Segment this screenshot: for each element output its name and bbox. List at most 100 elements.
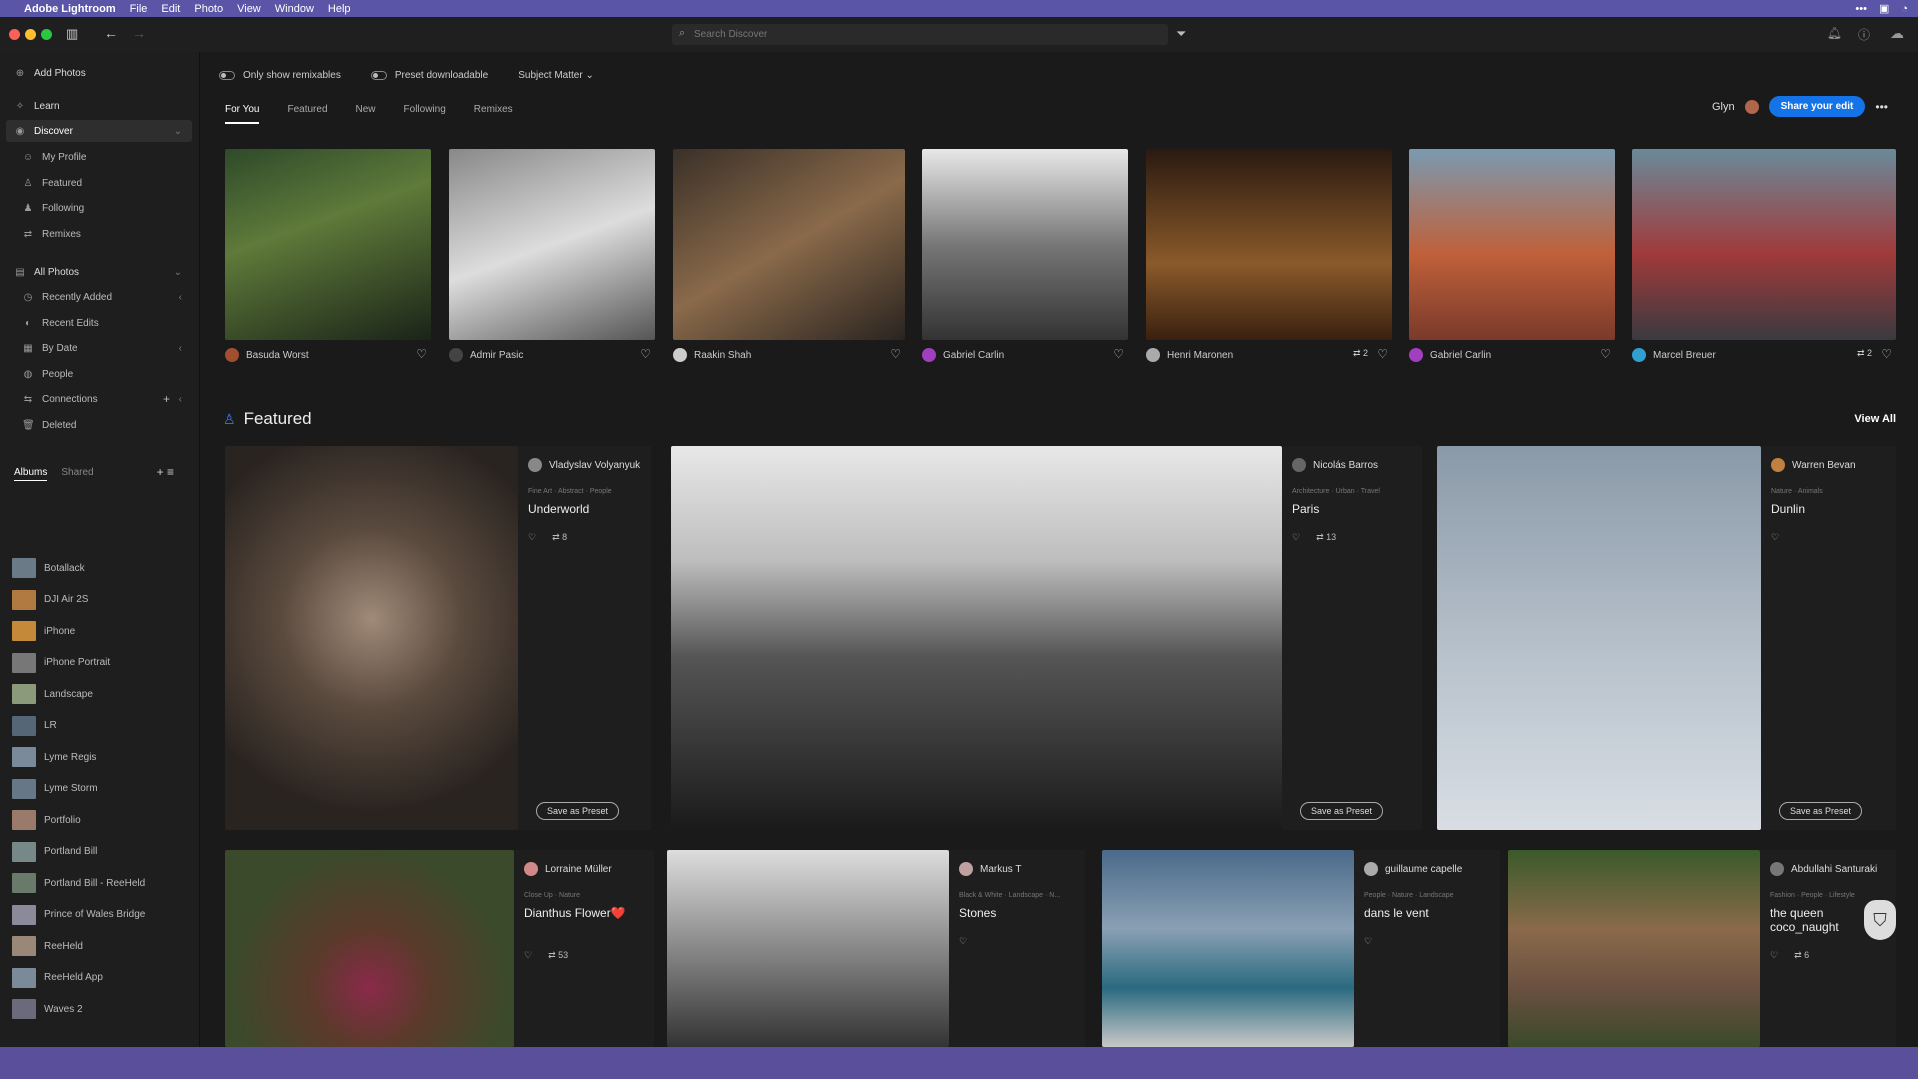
album-item[interactable]: iPhone — [0, 620, 200, 642]
album-item[interactable]: ReeHeld App — [0, 967, 200, 989]
search-input[interactable]: ⌕ Search Discover — [672, 24, 1168, 45]
author-name[interactable]: Basuda Worst — [246, 350, 309, 361]
save-as-preset-button[interactable]: Save as Preset — [1300, 802, 1384, 820]
album-item[interactable]: Lyme Regis — [0, 746, 200, 768]
add-album-icon[interactable]: + ≡ — [157, 465, 174, 479]
avatar[interactable] — [1409, 348, 1423, 362]
subject-matter-dropdown[interactable]: Subject Matter ⌄ — [518, 70, 594, 81]
author[interactable]: Vladyslav Volyanyuk — [528, 458, 640, 472]
remix-count[interactable]: ⇄ 2 — [1353, 348, 1368, 359]
heart-icon[interactable]: ♡ — [1377, 347, 1388, 361]
sidebar-item-featured[interactable]: ♙ Featured — [0, 172, 200, 194]
album-item[interactable]: Portland Bill — [0, 841, 200, 863]
author-name[interactable]: Gabriel Carlin — [1430, 350, 1491, 361]
photo-card[interactable] — [449, 149, 655, 340]
sidebar-item-remixes[interactable]: ⇄ Remixes — [0, 223, 200, 245]
notifications-icon[interactable]: 🔔︎ — [1827, 26, 1842, 40]
remix-count[interactable]: ⇄ 13 — [1316, 532, 1336, 543]
clock-icon[interactable]: ◔ — [1901, 3, 1908, 15]
filter-icon[interactable]: ⏷ — [1176, 26, 1186, 42]
heart-icon[interactable]: ♡ — [1770, 950, 1778, 961]
more-options-icon[interactable]: ••• — [1875, 100, 1888, 114]
save-as-preset-button[interactable]: Save as Preset — [536, 802, 620, 820]
close-window-icon[interactable] — [9, 29, 20, 40]
author[interactable]: Warren Bevan — [1771, 458, 1856, 472]
shield-icon[interactable]: ⛉ — [1864, 900, 1896, 940]
avatar[interactable] — [449, 348, 463, 362]
album-item[interactable]: ReeHeld — [0, 935, 200, 957]
album-item[interactable]: Waves 2 — [0, 998, 200, 1020]
view-all-link[interactable]: View All — [1854, 413, 1896, 425]
menu-window[interactable]: Window — [275, 3, 314, 15]
author[interactable]: guillaume capelle — [1364, 862, 1462, 876]
zoom-window-icon[interactable] — [41, 29, 52, 40]
forward-arrow-icon[interactable]: → — [132, 25, 146, 41]
sidebar-item-deleted[interactable]: 🗑︎ Deleted — [0, 414, 200, 436]
photo-card[interactable] — [673, 149, 905, 340]
featured-image-paris[interactable] — [671, 446, 1282, 830]
sidebar-item-discover[interactable]: ◉ Discover ⌄ — [6, 120, 192, 142]
avatar[interactable] — [1632, 348, 1646, 362]
photo-card[interactable] — [1632, 149, 1896, 340]
featured-image-underworld[interactable] — [225, 446, 518, 830]
heart-icon[interactable]: ♡ — [524, 950, 532, 961]
heart-icon[interactable]: ♡ — [1881, 347, 1892, 361]
panel-toggle-icon[interactable]: ▥ — [66, 26, 78, 42]
menu-photo[interactable]: Photo — [194, 3, 223, 15]
save-as-preset-button[interactable]: Save as Preset — [1779, 802, 1863, 820]
image-dianthus[interactable] — [225, 850, 514, 1047]
sidebar-item-learn[interactable]: ✧ Learn — [0, 95, 200, 117]
sidebar-item-people[interactable]: ◍ People — [0, 363, 200, 385]
album-item[interactable]: Prince of Wales Bridge — [0, 904, 200, 926]
author-name[interactable]: Raakin Shah — [694, 350, 751, 361]
heart-icon[interactable]: ♡ — [416, 347, 427, 361]
tab-for-you[interactable]: For You — [225, 104, 260, 124]
sidebar-item-by-date[interactable]: ▦ By Date ‹ — [0, 337, 200, 359]
heart-icon[interactable]: ♡ — [1600, 347, 1611, 361]
more-icon[interactable]: ••• — [1855, 3, 1867, 15]
cloud-icon[interactable]: ☁ — [1890, 25, 1904, 42]
author[interactable]: Lorraine Müller — [524, 862, 612, 876]
avatar[interactable] — [225, 348, 239, 362]
help-icon[interactable]: ⓘ — [1858, 26, 1870, 43]
sidebar-item-connections[interactable]: ⇆ Connections + ‹ — [0, 388, 200, 410]
menu-help[interactable]: Help — [328, 3, 351, 15]
plus-icon[interactable]: + — [163, 392, 170, 406]
sidebar-item-all-photos[interactable]: ▤ All Photos ⌄ — [0, 261, 200, 283]
image-stones[interactable] — [667, 850, 949, 1047]
sidebar-item-recently-added[interactable]: ◷ Recently Added ‹ — [0, 286, 200, 308]
photo-card[interactable] — [922, 149, 1128, 340]
image-dans-le-vent[interactable] — [1102, 850, 1354, 1047]
menu-view[interactable]: View — [237, 3, 261, 15]
downloadable-toggle[interactable]: Preset downloadable — [370, 70, 488, 81]
control-center-icon[interactable]: ▣ — [1879, 2, 1889, 15]
author[interactable]: Markus T — [959, 862, 1022, 876]
heart-icon[interactable]: ♡ — [528, 532, 536, 543]
album-item[interactable]: Portfolio — [0, 809, 200, 831]
sidebar-item-following[interactable]: ♟ Following — [0, 197, 200, 219]
avatar[interactable] — [922, 348, 936, 362]
author-name[interactable]: Gabriel Carlin — [943, 350, 1004, 361]
image-the-queen[interactable] — [1508, 850, 1760, 1047]
add-photos-button[interactable]: ⊕ Add Photos — [0, 62, 200, 84]
remixables-toggle[interactable]: Only show remixables — [219, 70, 341, 81]
heart-icon[interactable]: ♡ — [640, 347, 651, 361]
tab-featured[interactable]: Featured — [287, 104, 327, 124]
tab-albums[interactable]: Albums — [14, 467, 48, 481]
user-name[interactable]: Glyn — [1712, 101, 1735, 113]
heart-icon[interactable]: ♡ — [1364, 936, 1372, 947]
avatar[interactable] — [673, 348, 687, 362]
avatar[interactable] — [1744, 99, 1759, 114]
author-name[interactable]: Henri Maronen — [1167, 350, 1233, 361]
menu-file[interactable]: File — [130, 3, 148, 15]
album-item[interactable]: DJI Air 2S — [0, 589, 200, 611]
tab-following[interactable]: Following — [404, 104, 446, 124]
back-arrow-icon[interactable]: ← — [104, 25, 118, 41]
menu-app[interactable]: Adobe Lightroom — [24, 3, 116, 15]
remix-count[interactable]: ⇄ 53 — [548, 950, 568, 961]
album-item[interactable]: Landscape — [0, 683, 200, 705]
avatar[interactable] — [1146, 348, 1160, 362]
tab-new[interactable]: New — [356, 104, 376, 124]
album-item[interactable]: Botallack — [0, 557, 200, 579]
remix-count[interactable]: ⇄ 6 — [1794, 950, 1809, 961]
